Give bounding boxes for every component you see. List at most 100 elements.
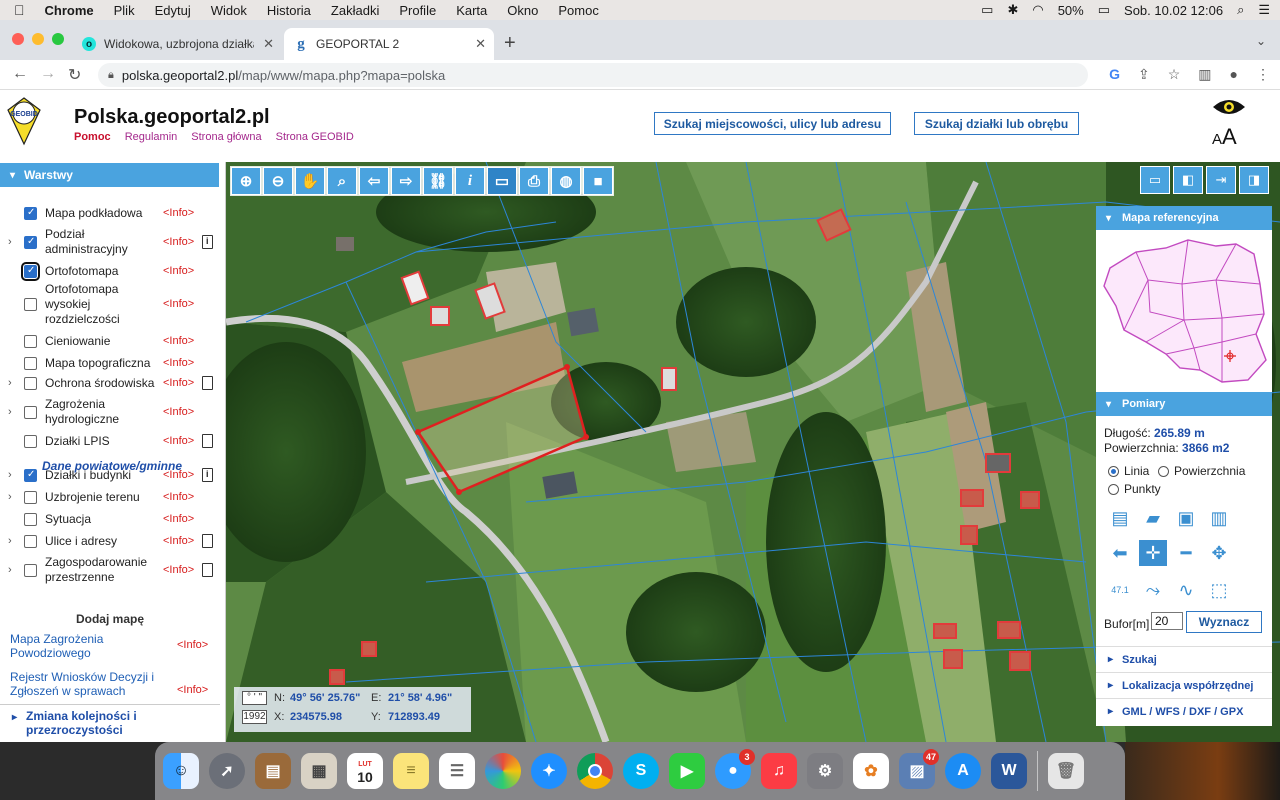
trash-bin-icon[interactable]: 🗑︎ [1048, 753, 1084, 789]
remove-point-icon[interactable]: ━ [1172, 540, 1200, 566]
control-center-icon[interactable]: ☰ [1258, 2, 1270, 18]
layer-info-link[interactable]: <Info> [163, 377, 194, 389]
legend-document-icon[interactable] [202, 376, 213, 390]
layer-info-link[interactable]: <Info> [163, 236, 194, 248]
layer-row[interactable]: Mapa podkładowa <Info> [0, 204, 220, 222]
link-strona-geobid[interactable]: Strona GEOBID [276, 131, 354, 143]
pomiary-header[interactable]: Pomiary [1096, 392, 1272, 416]
layer-checkbox[interactable] [24, 235, 37, 249]
radio-dot[interactable] [1158, 465, 1169, 477]
layer-checkbox[interactable] [24, 490, 37, 504]
launchpad-icon[interactable]: ➚ [209, 753, 245, 789]
layer-row[interactable]: › Zagrożenia hydrologiczne <Info> [0, 396, 220, 428]
photos-icon[interactable]: ✿ [853, 753, 889, 789]
menu-zakladki[interactable]: Zakładki [331, 3, 379, 18]
coords-format-toggle[interactable]: ° ' " [242, 691, 267, 705]
menu-okno[interactable]: Okno [507, 3, 538, 18]
layer-checkbox[interactable] [24, 468, 37, 482]
cube-3d-icon[interactable]: ⬚ [1205, 577, 1233, 603]
radio-dot[interactable] [1108, 483, 1119, 495]
radio-linia[interactable]: Linia [1108, 464, 1149, 478]
radio-punkty[interactable]: Punkty [1108, 482, 1161, 496]
expand-chevron-icon[interactable]: › [8, 491, 12, 503]
word-icon[interactable]: W [991, 753, 1027, 789]
add-map-powodz[interactable]: Mapa Zagrożenia Powodziowego [10, 632, 130, 660]
wyznacz-button[interactable]: Wyznacz [1186, 611, 1262, 633]
forward-icon[interactable]: → [40, 65, 56, 83]
expand-chevron-icon[interactable]: › [8, 469, 12, 481]
contacts-icon[interactable]: ▤ [255, 753, 291, 789]
menu-chrome[interactable]: Chrome [45, 3, 94, 18]
layer-info-link[interactable]: <Info> [163, 564, 194, 576]
legend-document-icon[interactable] [202, 434, 213, 448]
menu-widok[interactable]: Widok [211, 3, 247, 18]
layer-checkbox[interactable] [24, 297, 37, 311]
layer-checkbox[interactable] [24, 376, 37, 390]
layer-info-link[interactable]: <Info> [163, 298, 194, 310]
layout-export-icon[interactable]: ⇥ [1206, 166, 1236, 194]
back-icon[interactable]: ← [12, 65, 28, 83]
poland-reference-map[interactable] [1096, 230, 1272, 390]
add-map-rejestr[interactable]: Rejestr Wniosków Decyzji i Zgłoszeń w sp… [10, 670, 160, 698]
add-map-rejestr-info[interactable]: <Info> [177, 684, 208, 696]
layer-info-link[interactable]: <Info> [163, 535, 194, 547]
bluetooth-icon[interactable]: ✱ [1007, 2, 1018, 18]
expand-chevron-icon[interactable]: › [8, 377, 12, 389]
font-size-toggle[interactable]: AA [1212, 124, 1237, 150]
legend-document-icon[interactable] [202, 468, 213, 482]
wifi-icon[interactable]: ◠ [1032, 2, 1043, 18]
menu-pomoc[interactable]: Pomoc [558, 3, 598, 18]
expand-chevron-icon[interactable]: › [8, 564, 12, 576]
facetime-icon[interactable]: ▶ [669, 753, 705, 789]
layer-info-link[interactable]: <Info> [163, 491, 194, 503]
link-icon[interactable]: ⛓ [423, 167, 453, 195]
section-gml[interactable]: GML / WFS / DXF / GPX [1096, 698, 1272, 724]
layer-info-link[interactable]: <Info> [163, 265, 194, 277]
polyline-icon[interactable]: ⤳ [1139, 577, 1167, 603]
expand-chevron-icon[interactable]: › [8, 406, 12, 418]
layer-checkbox[interactable] [24, 563, 37, 577]
app-store-icon[interactable]: A [945, 753, 981, 789]
layer-row[interactable]: › Uzbrojenie terenu <Info> [0, 488, 220, 506]
preview-icon[interactable]: ▨ 47 [899, 749, 939, 789]
trash-icon[interactable]: ▥ [1205, 505, 1233, 531]
chrome-icon[interactable] [577, 753, 613, 789]
new-tab-icon[interactable]: + [504, 32, 516, 55]
undo-arrow-icon[interactable]: ⬅ [1106, 540, 1134, 566]
layer-checkbox[interactable] [24, 534, 37, 548]
layers-panel-header[interactable]: Warstwy [0, 163, 219, 187]
point-label-icon[interactable]: 47.1 [1106, 577, 1134, 603]
layout-right-icon[interactable]: ◨ [1239, 166, 1269, 194]
layer-row[interactable]: Ortofotomapa wysokiej rozdzielczości <Inf… [0, 282, 220, 326]
layer-row[interactable]: › Ulice i adresy <Info> [0, 532, 220, 550]
link-regulamin[interactable]: Regulamin [125, 131, 178, 143]
layer-checkbox[interactable] [24, 434, 37, 448]
photos-booth-icon[interactable] [485, 753, 521, 789]
measure-ruler-icon[interactable]: ▭ [487, 167, 517, 195]
layer-info-link[interactable]: <Info> [163, 406, 194, 418]
minimize-window-button[interactable] [32, 33, 44, 45]
section-lokalizacja[interactable]: Lokalizacja współrzędnej [1096, 672, 1272, 698]
menu-plik[interactable]: Plik [114, 3, 135, 18]
menu-historia[interactable]: Historia [267, 3, 311, 18]
reference-map-header[interactable]: Mapa referencyjna [1096, 206, 1272, 230]
layer-row[interactable]: Działki LPIS <Info> [0, 432, 220, 450]
close-tab-icon[interactable]: ✕ [263, 36, 274, 52]
reminders-icon[interactable]: ☰ [439, 753, 475, 789]
layer-checkbox[interactable] [24, 356, 37, 370]
layer-row[interactable]: Cieniowanie <Info> [0, 332, 220, 350]
legend-document-icon[interactable] [202, 563, 213, 577]
layer-info-link[interactable]: <Info> [163, 435, 194, 447]
menu-profile[interactable]: Profile [399, 3, 436, 18]
layer-checkbox[interactable] [24, 512, 37, 526]
expand-chevron-icon[interactable]: › [8, 236, 12, 248]
expand-chevron-icon[interactable]: › [8, 535, 12, 547]
search-parcel-button[interactable]: Szukaj działki lub obrębu [914, 112, 1079, 135]
accessibility-contrast-eye-icon[interactable] [1212, 97, 1246, 117]
video-camera-icon[interactable]: ■ [583, 167, 613, 195]
layer-row[interactable]: › Zagospodarowanie przestrzenne <Info> [0, 554, 220, 586]
profile-wave-icon[interactable]: ∿ [1172, 577, 1200, 603]
menu-edytuj[interactable]: Edytuj [155, 3, 191, 18]
layer-info-link[interactable]: <Info> [163, 513, 194, 525]
system-preferences-icon[interactable]: ⚙ [807, 753, 843, 789]
